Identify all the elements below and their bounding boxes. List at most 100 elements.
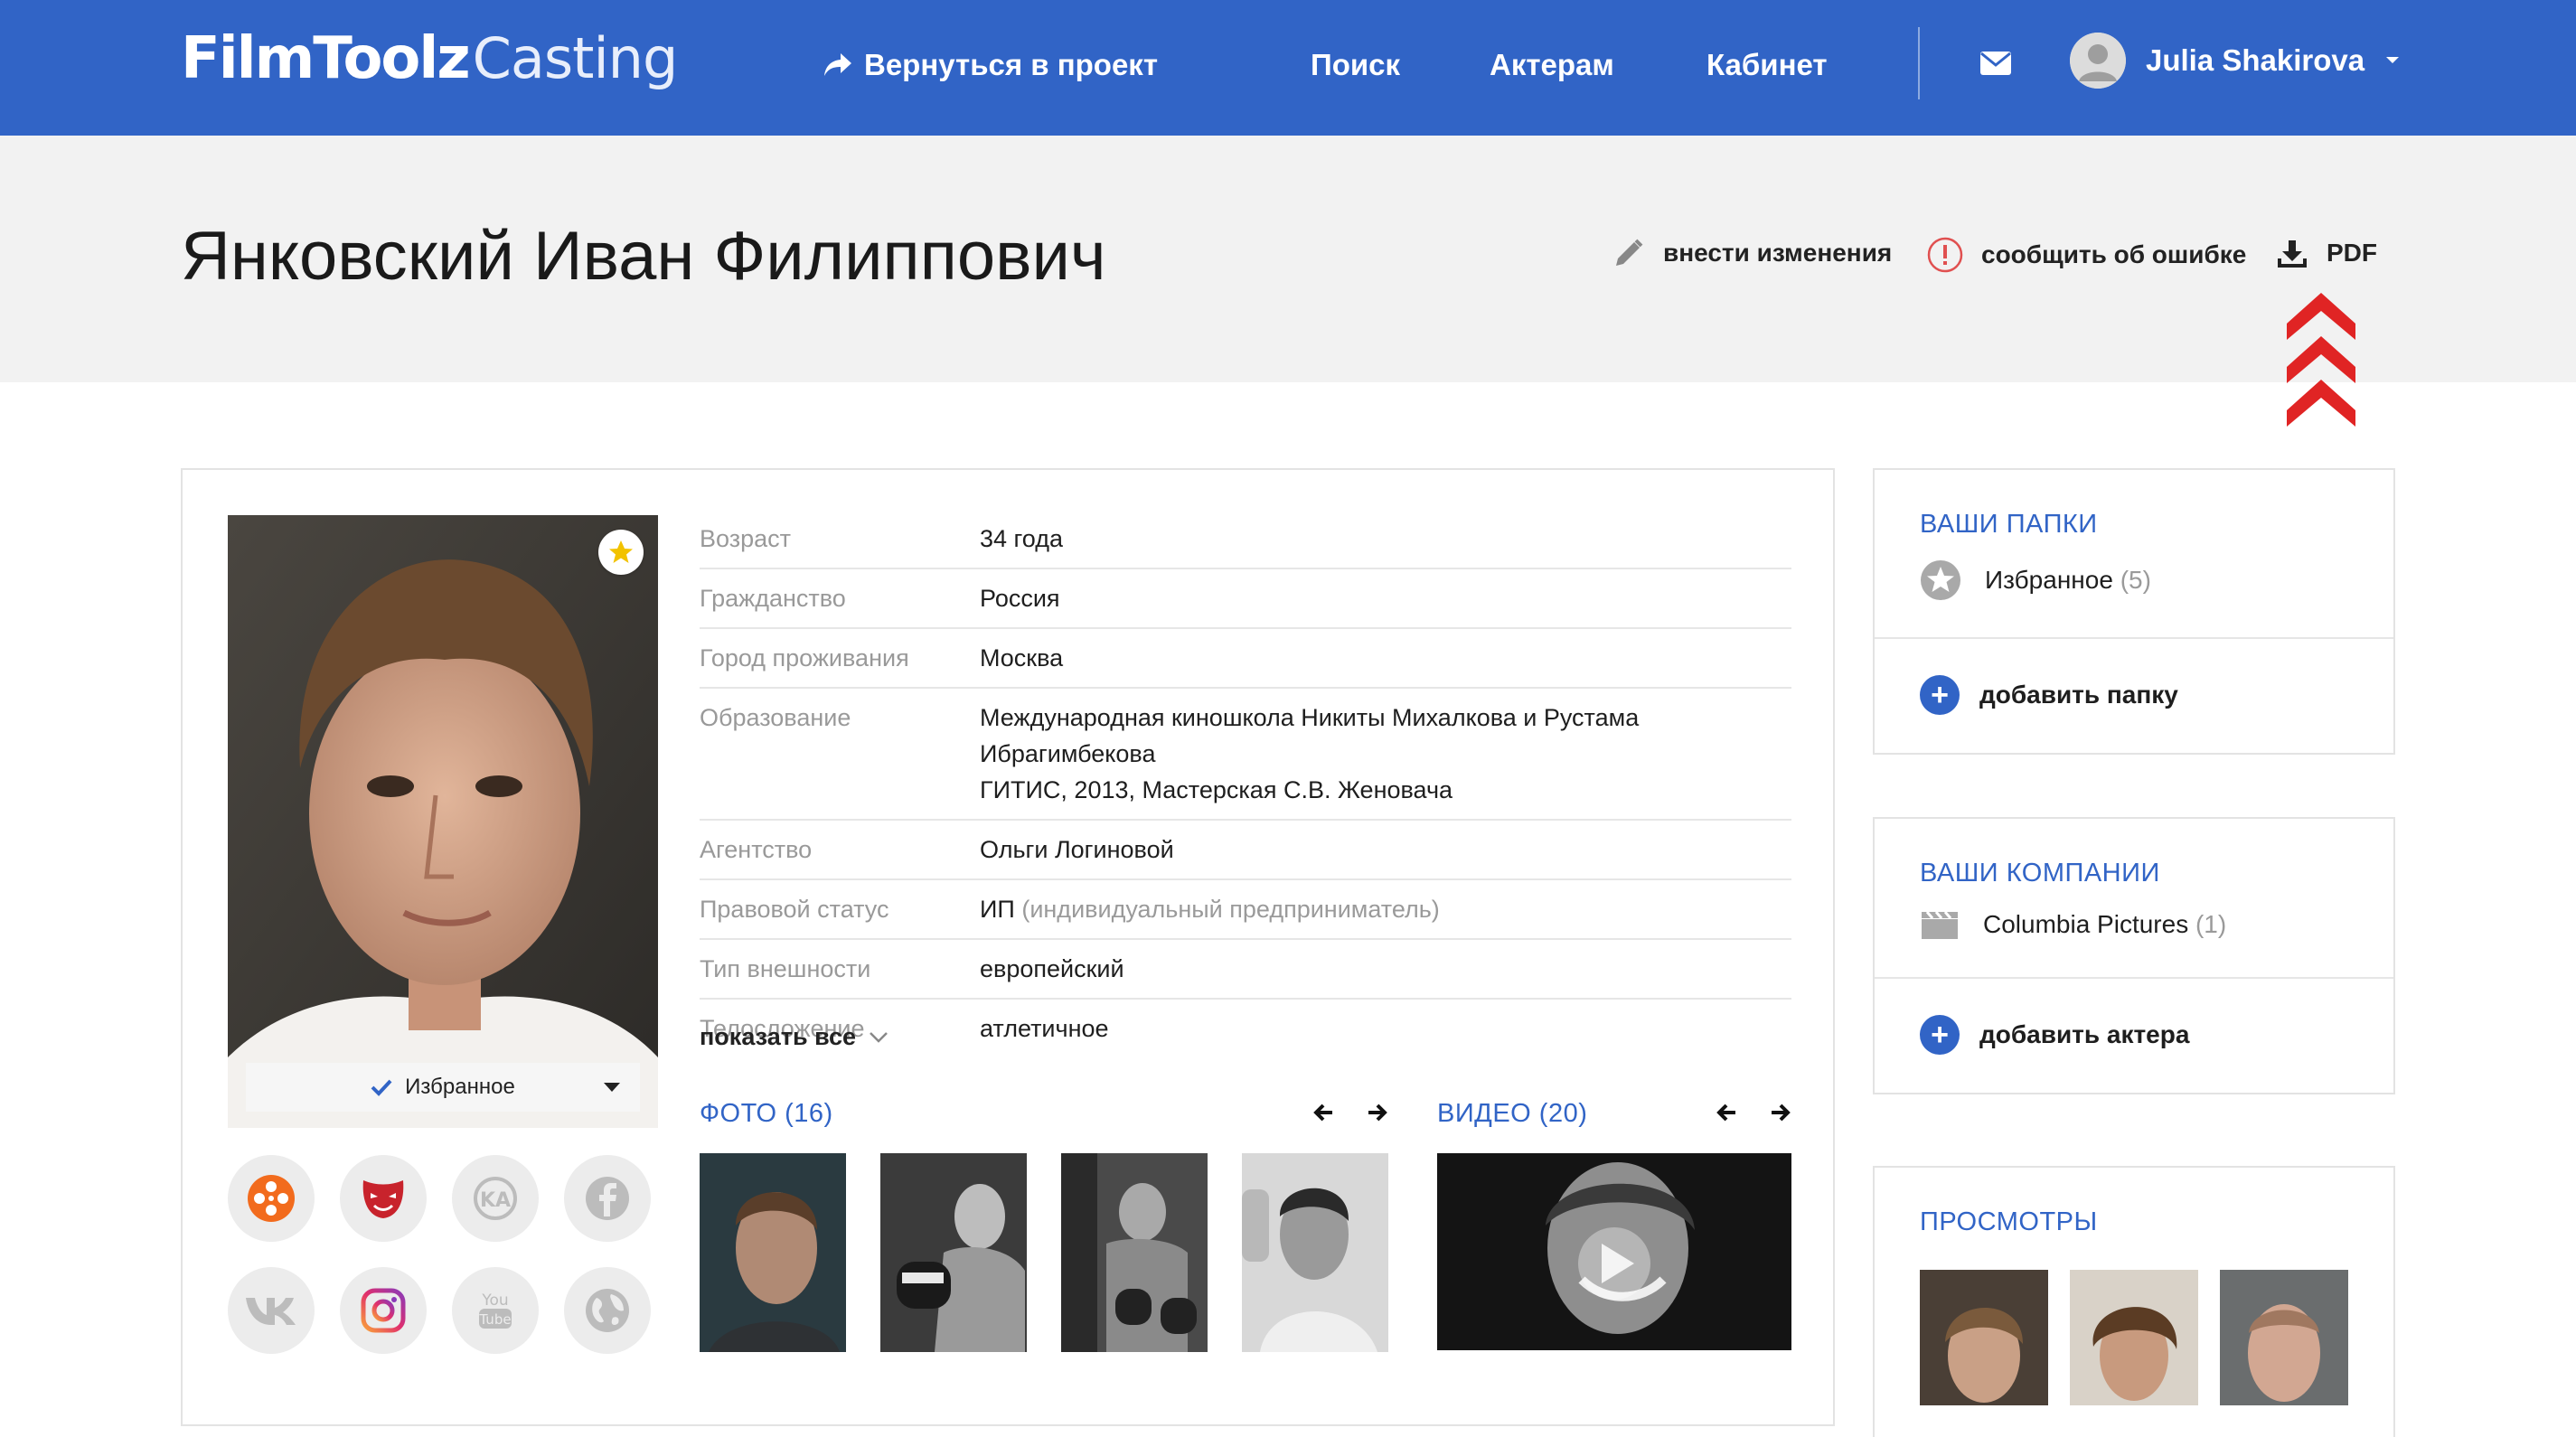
instagram-icon: [361, 1288, 406, 1333]
info-row-agency: Агентство Ольги Логиновой: [700, 821, 1791, 880]
viewed-actor-photo: [2220, 1270, 2348, 1405]
edit-profile-label: внести изменения: [1663, 239, 1893, 267]
folder-item-favorites[interactable]: Избранное (5): [1875, 540, 2393, 639]
back-to-project-link[interactable]: Вернуться в проект: [823, 43, 1158, 87]
show-all-toggle[interactable]: показать все: [700, 1023, 888, 1051]
viewed-actor-thumbnail[interactable]: [2070, 1270, 2198, 1405]
photos-count: (16): [785, 1099, 833, 1128]
star-icon: [609, 540, 633, 563]
theatre-link[interactable]: [340, 1155, 427, 1242]
info-label: Агентство: [700, 836, 813, 863]
favorite-folder-select[interactable]: Избранное: [246, 1063, 640, 1112]
star-circle-icon: [1921, 560, 1960, 600]
user-menu[interactable]: Julia Shakirova: [2070, 33, 2401, 89]
download-pdf-button[interactable]: PDF: [2276, 237, 2377, 269]
photo-thumbnail[interactable]: [1242, 1153, 1388, 1352]
report-error-button[interactable]: сообщить об ошибке: [1927, 237, 2246, 273]
youtube-link[interactable]: You Tube: [452, 1267, 539, 1354]
views-thumbnails: [1875, 1237, 2393, 1405]
info-label: Тип внешности: [700, 955, 871, 982]
info-row-citizenship: Гражданство Россия: [700, 569, 1791, 629]
folders-card: ВАШИ ПАПКИ Избранное (5) + добавить папк…: [1873, 468, 2395, 755]
photos-label: ФОТО: [700, 1099, 777, 1128]
info-value: ИП (индивидуальный предприниматель): [980, 891, 1791, 927]
photo-thumbnail[interactable]: [1061, 1153, 1208, 1352]
vk-link[interactable]: [228, 1267, 315, 1354]
info-value: Международная киношкола Никиты Михалкова…: [980, 700, 1791, 808]
chevron-down-icon: [870, 1031, 888, 1043]
info-value: Москва: [980, 644, 1064, 672]
website-link[interactable]: [564, 1267, 651, 1354]
folders-title: ВАШИ ПАПКИ: [1920, 510, 2098, 539]
nav-actors[interactable]: Актерам: [1490, 43, 1614, 87]
info-label: Город проживания: [700, 644, 909, 672]
plus-icon: +: [1920, 675, 1960, 715]
vk-icon: [246, 1298, 296, 1325]
kinoafisha-link[interactable]: KA: [452, 1155, 539, 1242]
photo-thumbnail[interactable]: [880, 1153, 1027, 1352]
facebook-link[interactable]: [564, 1155, 651, 1242]
kinopoisk-link[interactable]: [228, 1155, 315, 1242]
companies-title: ВАШИ КОМПАНИИ: [1920, 859, 2160, 888]
info-value: 34 года: [980, 525, 1063, 552]
info-row-age: Возраст 34 года: [700, 510, 1791, 569]
caret-down-icon: [604, 1083, 620, 1092]
videos-section-title[interactable]: ВИДЕО (20): [1437, 1099, 1587, 1129]
legal-status-value: ИП: [980, 896, 1015, 923]
info-value: Россия: [980, 585, 1060, 612]
report-error-label: сообщить об ошибке: [1981, 240, 2247, 268]
instagram-link[interactable]: [340, 1267, 427, 1354]
education-line: Ибрагимбекова: [980, 740, 1156, 767]
legal-status-detail: (индивидуальный предприниматель): [1021, 896, 1440, 923]
arrow-left-icon[interactable]: [1716, 1103, 1737, 1122]
download-pdf-label: PDF: [2327, 239, 2377, 267]
views-title: ПРОСМОТРЫ: [1920, 1207, 2098, 1236]
nav-cabinet[interactable]: Кабинет: [1706, 43, 1828, 87]
mail-icon[interactable]: [1979, 51, 2012, 76]
show-all-label: показать все: [700, 1023, 857, 1050]
logo-filmtoolz: FilmToolz: [181, 25, 471, 92]
svg-text:KA: KA: [480, 1189, 511, 1212]
info-row-appearance: Тип внешности европейский: [700, 940, 1791, 1000]
edit-profile-button[interactable]: внести изменения: [1612, 237, 1892, 269]
arrow-right-icon[interactable]: [1367, 1103, 1388, 1122]
info-label: Правовой статус: [700, 896, 889, 923]
arrow-left-icon[interactable]: [1312, 1103, 1334, 1122]
kinopoisk-icon: [248, 1175, 295, 1222]
videos-label: ВИДЕО: [1437, 1099, 1532, 1128]
plus-icon: +: [1920, 1015, 1960, 1055]
svg-text:Tube: Tube: [478, 1311, 511, 1328]
company-item[interactable]: Columbia Pictures (1): [1875, 888, 2393, 979]
companies-card: ВАШИ КОМПАНИИ Columbia Pictures (1) + до…: [1873, 817, 2395, 1094]
back-to-project-label: Вернуться в проект: [864, 48, 1158, 81]
photo-image: [880, 1153, 1027, 1352]
viewed-actor-photo: [2070, 1270, 2198, 1405]
add-folder-button[interactable]: + добавить папку: [1875, 639, 2393, 753]
video-thumbnail[interactable]: [1437, 1153, 1791, 1350]
favorite-star-button[interactable]: [598, 530, 644, 575]
viewed-actor-thumbnail[interactable]: [1920, 1270, 2048, 1405]
nav-divider: [1918, 27, 1920, 99]
viewed-actor-thumbnail[interactable]: [2220, 1270, 2348, 1405]
site-logo[interactable]: FilmToolz Casting: [181, 25, 678, 98]
education-line: Международная киношкола Никиты Михалкова…: [980, 704, 1640, 731]
youtube-icon: You Tube: [478, 1291, 512, 1329]
profile-title-band: Янковский Иван Филиппович внести изменен…: [0, 136, 2576, 427]
photo-thumbnail[interactable]: [700, 1153, 846, 1352]
nav-search[interactable]: Поиск: [1311, 43, 1400, 87]
triple-chevron-up-icon: [2287, 293, 2355, 427]
arrow-right-icon[interactable]: [1770, 1103, 1791, 1122]
videos-carousel-controls: [1716, 1103, 1791, 1122]
svg-text:You: You: [481, 1291, 508, 1310]
user-avatar: [2070, 33, 2126, 89]
page-title: Янковский Иван Филиппович: [181, 218, 1106, 295]
kinoafisha-icon: KA: [474, 1177, 517, 1220]
share-arrow-icon: [824, 53, 851, 76]
photos-section-title[interactable]: ФОТО (16): [700, 1099, 833, 1129]
social-links: KA You Tube: [228, 1155, 658, 1354]
info-row-city: Город проживания Москва: [700, 629, 1791, 689]
clapperboard-icon: [1922, 911, 1958, 939]
add-actor-button[interactable]: + добавить актера: [1875, 979, 2393, 1093]
actor-portrait[interactable]: Избранное: [228, 515, 658, 1128]
favorite-folder-label: Избранное: [405, 1075, 515, 1099]
